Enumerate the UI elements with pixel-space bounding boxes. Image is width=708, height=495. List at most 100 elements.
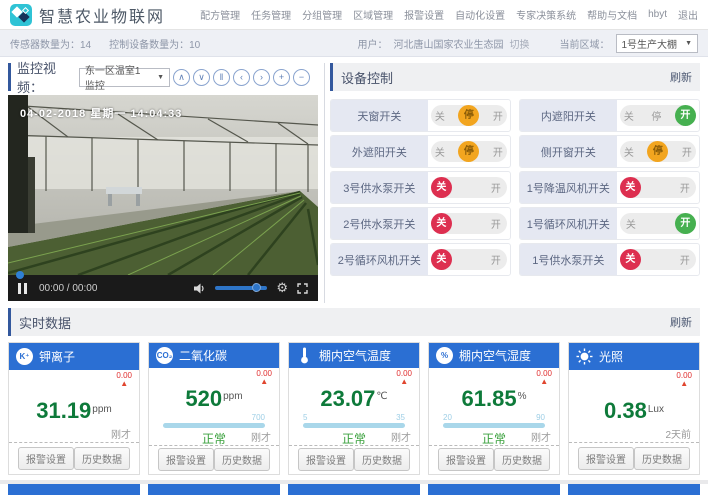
toggle-stop[interactable]: 停 xyxy=(651,108,661,123)
delta-indicator: 0.00▲ xyxy=(676,372,692,388)
toggle-off[interactable]: 关 xyxy=(626,216,636,231)
toggle-off[interactable]: 关 xyxy=(431,249,452,270)
toggle-circ-fan1[interactable]: 关 开 xyxy=(620,213,696,234)
toggle-on[interactable]: 开 xyxy=(675,213,696,234)
sensor-card-temperature: 棚内空气温度 0.00▲ 23.07℃ 535 正常 刚才 报警设置 历史数据 xyxy=(288,342,420,475)
pan-right-button[interactable]: › xyxy=(253,69,270,86)
alarm-settings-button[interactable]: 报警设置 xyxy=(578,447,634,470)
history-data-button[interactable]: 历史数据 xyxy=(214,448,270,471)
sensor-card-potassium: K⁺ 钾离子 0.00▲ 31.19ppm 刚才 报警设置 历史数据 xyxy=(8,342,140,475)
menu-item-alarm[interactable]: 报警设置 xyxy=(404,7,444,22)
toggle-on[interactable]: 开 xyxy=(491,180,501,195)
arrow-up-icon: ▲ xyxy=(256,378,272,386)
toggle-off[interactable]: 关 xyxy=(624,144,634,159)
camera-select[interactable]: 东一区温室1监控 ▼ xyxy=(79,68,170,87)
volume-slider[interactable] xyxy=(215,286,267,290)
history-data-button[interactable]: 历史数据 xyxy=(74,447,130,470)
toggle-on[interactable]: 开 xyxy=(682,144,692,159)
co2-icon: CO₂ xyxy=(156,347,173,364)
toggle-on[interactable]: 开 xyxy=(675,105,696,126)
switch-label: 1号供水泵开关 xyxy=(520,244,617,275)
video-player[interactable]: 04-02-2018 星期一 14:04:33 00:00 / 00:00 ⚙ xyxy=(8,95,318,301)
toggle-off[interactable]: 关 xyxy=(624,108,634,123)
pause-button[interactable]: ‖ xyxy=(213,69,230,86)
toggle-stop[interactable]: 停 xyxy=(647,141,668,162)
toggle-circ-fan2[interactable]: 关 开 xyxy=(431,249,507,270)
device-count: 控制设备数量为：10 xyxy=(109,36,200,51)
menu-item-expert[interactable]: 专家决策系统 xyxy=(516,7,576,22)
menu-item-automation[interactable]: 自动化设置 xyxy=(455,7,505,22)
range-bar xyxy=(303,423,405,428)
pan-left-button[interactable]: ‹ xyxy=(233,69,250,86)
alarm-settings-button[interactable]: 报警设置 xyxy=(18,447,74,470)
history-data-button[interactable]: 历史数据 xyxy=(354,448,410,471)
range-max: 700 xyxy=(252,413,265,422)
toggle-outer-shade[interactable]: 关 停 开 xyxy=(431,141,507,162)
pan-up-button[interactable]: ∧ xyxy=(173,69,190,86)
sensor-card-header-clipped xyxy=(8,484,140,495)
alarm-settings-button[interactable]: 报警设置 xyxy=(158,448,214,471)
area-select[interactable]: 1号生产大棚 ▼ xyxy=(616,34,699,53)
toggle-off[interactable]: 关 xyxy=(620,249,641,270)
toggle-on[interactable]: 开 xyxy=(491,216,501,231)
menu-item-help[interactable]: 帮助与文档 xyxy=(587,7,637,22)
menu-item-recipe[interactable]: 配方管理 xyxy=(200,7,240,22)
toggle-pump2[interactable]: 关 开 xyxy=(431,213,507,234)
zoom-in-button[interactable]: + xyxy=(273,69,290,86)
alarm-settings-button[interactable]: 报警设置 xyxy=(298,448,354,471)
switch-user-link[interactable]: 切换 xyxy=(510,36,530,51)
toggle-off[interactable]: 关 xyxy=(431,213,452,234)
device-refresh-button[interactable]: 刷新 xyxy=(670,69,692,85)
switch-label: 天窗开关 xyxy=(331,100,428,131)
toggle-on[interactable]: 开 xyxy=(493,144,503,159)
toggle-off[interactable]: 关 xyxy=(431,177,452,198)
zoom-out-button[interactable]: − xyxy=(293,69,310,86)
pan-down-button[interactable]: ∨ xyxy=(193,69,210,86)
toggle-pump1[interactable]: 关 开 xyxy=(620,249,696,270)
toggle-on[interactable]: 开 xyxy=(680,180,690,195)
menu-item-area[interactable]: 区域管理 xyxy=(353,7,393,22)
video-panel: 监控视频： 东一区温室1监控 ▼ ∧ ∨ ‖ ‹ › + − xyxy=(8,63,318,303)
switch-label: 内遮阳开关 xyxy=(520,100,617,131)
sensor-value: 0.38 xyxy=(604,398,647,423)
fullscreen-icon[interactable] xyxy=(297,283,308,294)
arrow-up-icon: ▲ xyxy=(676,380,692,388)
history-data-button[interactable]: 历史数据 xyxy=(634,447,690,470)
toggle-on[interactable]: 开 xyxy=(491,252,501,267)
toggle-off[interactable]: 关 xyxy=(620,177,641,198)
player-pause-button[interactable] xyxy=(18,283,27,294)
menu-item-logout[interactable]: 退出 xyxy=(678,7,698,22)
switch-row-cooling-fan1: 1号降温风机开关 关 开 xyxy=(519,171,700,204)
sensor-time: 刚才 xyxy=(531,429,551,444)
menu-item-account[interactable]: hbyt xyxy=(648,9,667,20)
toggle-cooling-fan1[interactable]: 关 开 xyxy=(620,177,696,198)
menu-item-group[interactable]: 分组管理 xyxy=(302,7,342,22)
thermometer-icon xyxy=(296,347,313,364)
history-data-button[interactable]: 历史数据 xyxy=(494,448,550,471)
toggle-stop[interactable]: 停 xyxy=(458,105,479,126)
switch-label: 侧开窗开关 xyxy=(520,136,617,167)
arrow-up-icon: ▲ xyxy=(116,380,132,388)
app-title: 智慧农业物联网 xyxy=(39,3,165,27)
toggle-stop[interactable]: 停 xyxy=(458,141,479,162)
toggle-inner-shade[interactable]: 关 停 开 xyxy=(620,105,696,126)
toggle-on[interactable]: 开 xyxy=(493,108,503,123)
main-menu: 配方管理 任务管理 分组管理 区域管理 报警设置 自动化设置 专家决策系统 帮助… xyxy=(189,7,698,22)
app-logo-icon xyxy=(10,4,32,26)
alarm-settings-button[interactable]: 报警设置 xyxy=(438,448,494,471)
realtime-refresh-button[interactable]: 刷新 xyxy=(670,314,692,330)
toggle-off[interactable]: 关 xyxy=(435,144,445,159)
device-panel-title: 设备控制 xyxy=(341,68,393,87)
progress-dot[interactable] xyxy=(16,271,24,279)
range-bar xyxy=(163,423,265,428)
player-settings-icon[interactable]: ⚙ xyxy=(276,280,288,296)
toggle-off[interactable]: 关 xyxy=(435,108,445,123)
toggle-side-window[interactable]: 关 停 开 xyxy=(620,141,696,162)
menu-item-task[interactable]: 任务管理 xyxy=(251,7,291,22)
switch-row-circ-fan2: 2号循环风机开关 关 开 xyxy=(330,243,511,276)
volume-knob[interactable] xyxy=(252,283,261,292)
toggle-skylight[interactable]: 关 停 开 xyxy=(431,105,507,126)
toggle-on[interactable]: 开 xyxy=(680,252,690,267)
toggle-pump3[interactable]: 关 开 xyxy=(431,177,507,198)
volume-icon[interactable] xyxy=(194,283,206,294)
